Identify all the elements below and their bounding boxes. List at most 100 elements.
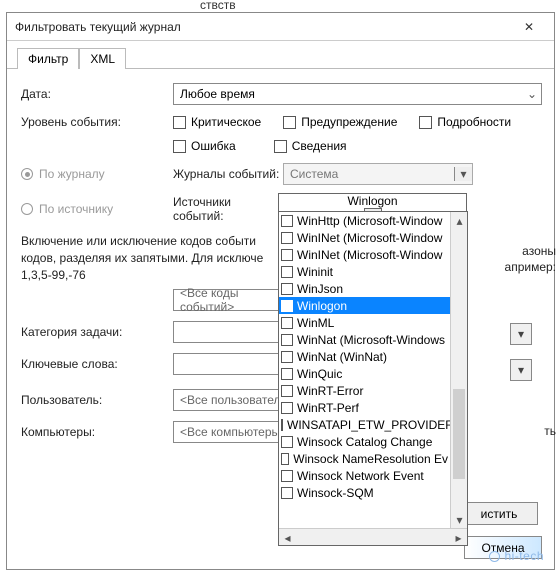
checkbox-icon bbox=[281, 487, 293, 499]
checkbox-icon bbox=[281, 283, 293, 295]
list-item-label: WinNat (Microsoft-Windows bbox=[297, 333, 445, 347]
checkbox-icon bbox=[281, 470, 293, 482]
checkbox-icon bbox=[281, 436, 293, 448]
checkbox-icon bbox=[281, 249, 293, 261]
list-item-label: WinINet (Microsoft-Window bbox=[297, 248, 442, 262]
radio-by-log: По журналу bbox=[21, 167, 173, 181]
chevron-down-icon: ▾ bbox=[454, 167, 472, 181]
list-item-label: Winsock Network Event bbox=[297, 469, 424, 483]
sources-combo-open[interactable]: Winlogon ▾ bbox=[278, 193, 467, 213]
tab-filter[interactable]: Фильтр bbox=[17, 48, 79, 69]
list-item[interactable]: Winsock-SQM bbox=[279, 484, 450, 501]
radio-label: По журналу bbox=[39, 167, 105, 181]
check-verbose[interactable]: Подробности bbox=[419, 115, 511, 129]
list-item-label: Winsock-SQM bbox=[297, 486, 374, 500]
scroll-down-icon[interactable]: ▾ bbox=[451, 511, 468, 528]
checkbox-icon bbox=[281, 317, 293, 329]
list-item[interactable]: WinINet (Microsoft-Window bbox=[279, 229, 450, 246]
radio-label: По источнику bbox=[39, 202, 113, 216]
list-item[interactable]: WinRT-Perf bbox=[279, 399, 450, 416]
chevron-down-icon: ⌄ bbox=[523, 87, 541, 101]
desc-right-frag-2: апример: bbox=[505, 260, 556, 274]
list-item-label: Wininit bbox=[297, 265, 333, 279]
label-sources: Источники событий: bbox=[173, 195, 283, 223]
list-item[interactable]: Winlogon bbox=[279, 297, 450, 314]
checkbox-icon bbox=[281, 232, 293, 244]
list-item[interactable]: WinML bbox=[279, 314, 450, 331]
watermark-text: hi-tech bbox=[504, 549, 544, 563]
radio-icon bbox=[21, 203, 33, 215]
check-label: Критическое bbox=[191, 115, 261, 129]
checkbox-icon bbox=[419, 116, 432, 129]
checkbox-icon bbox=[281, 453, 289, 465]
codes-input[interactable]: <Все коды событий> bbox=[173, 289, 293, 311]
list-item-label: WinNat (WinNat) bbox=[297, 350, 387, 364]
list-item-label: WinRT-Perf bbox=[297, 401, 359, 415]
list-item[interactable]: WinJson bbox=[279, 280, 450, 297]
list-item-label: WinQuic bbox=[297, 367, 342, 381]
checkbox-icon bbox=[283, 116, 296, 129]
list-item[interactable]: WinNat (WinNat) bbox=[279, 348, 450, 365]
task-category-input[interactable] bbox=[173, 321, 283, 343]
list-item-label: Winsock NameResolution Ev bbox=[293, 452, 448, 466]
checkbox-icon bbox=[281, 385, 293, 397]
list-item[interactable]: Wininit bbox=[279, 263, 450, 280]
checkbox-icon bbox=[173, 140, 186, 153]
list-item[interactable]: WinINet (Microsoft-Window bbox=[279, 246, 450, 263]
scroll-thumb[interactable] bbox=[453, 389, 465, 479]
close-button[interactable]: ✕ bbox=[508, 17, 550, 37]
date-combo[interactable]: Любое время ⌄ bbox=[173, 83, 542, 105]
list-item-label: WinRT-Error bbox=[297, 384, 363, 398]
check-label: Ошибка bbox=[191, 139, 236, 153]
checkbox-icon bbox=[274, 140, 287, 153]
list-item[interactable]: Winsock Network Event bbox=[279, 467, 450, 484]
checkbox-icon bbox=[281, 368, 293, 380]
sources-dropdown-list[interactable]: WinHttp (Microsoft-Window WinINet (Micros… bbox=[278, 211, 468, 546]
scroll-up-icon[interactable]: ▴ bbox=[451, 212, 468, 229]
tab-xml[interactable]: XML bbox=[79, 48, 126, 69]
horizontal-scrollbar[interactable]: ◂ ▸ bbox=[279, 528, 467, 545]
list-item[interactable]: WinNat (Microsoft-Windows bbox=[279, 331, 450, 348]
check-warning[interactable]: Предупреждение bbox=[283, 115, 397, 129]
list-item[interactable]: Winsock NameResolution Ev bbox=[279, 450, 450, 467]
keywords-input[interactable] bbox=[173, 353, 283, 375]
list-item-label: Winsock Catalog Change bbox=[297, 435, 432, 449]
journals-combo: Система ▾ bbox=[283, 163, 473, 185]
dialog-title: Фильтровать текущий журнал bbox=[15, 20, 508, 34]
list-item-label: WinINet (Microsoft-Window bbox=[297, 231, 442, 245]
close-icon: ✕ bbox=[524, 20, 534, 34]
check-label: Предупреждение bbox=[301, 115, 397, 129]
watermark-icon bbox=[489, 551, 500, 562]
list-item[interactable]: Winsock Catalog Change bbox=[279, 433, 450, 450]
list-item[interactable]: WinQuic bbox=[279, 365, 450, 382]
check-info[interactable]: Сведения bbox=[274, 139, 347, 153]
chevron-down-icon: ▾ bbox=[518, 327, 524, 341]
list-item[interactable]: WINSATAPI_ETW_PROVIDER bbox=[279, 416, 450, 433]
sources-combo-value: Winlogon bbox=[343, 194, 401, 208]
list-item-label: Winlogon bbox=[297, 299, 347, 313]
keywords-dropdown-button[interactable]: ▾ bbox=[510, 359, 532, 381]
list-item[interactable]: WinHttp (Microsoft-Window bbox=[279, 212, 450, 229]
label-computers: Компьютеры: bbox=[21, 425, 173, 439]
label-journals: Журналы событий: bbox=[173, 167, 283, 181]
check-label: Подробности bbox=[437, 115, 511, 129]
task-category-dropdown-button[interactable]: ▾ bbox=[510, 323, 532, 345]
list-item[interactable]: WinRT-Error bbox=[279, 382, 450, 399]
chevron-down-icon: ▾ bbox=[518, 363, 524, 377]
label-task-category: Категория задачи: bbox=[21, 325, 173, 339]
checkbox-icon bbox=[173, 116, 186, 129]
date-combo-value: Любое время bbox=[174, 87, 523, 101]
scroll-left-icon[interactable]: ◂ bbox=[279, 529, 296, 546]
clear-button[interactable]: истить bbox=[460, 502, 538, 525]
scroll-right-icon[interactable]: ▸ bbox=[450, 529, 467, 546]
list-item-label: WINSATAPI_ETW_PROVIDER bbox=[287, 418, 450, 432]
label-level: Уровень события: bbox=[21, 115, 173, 129]
check-error[interactable]: Ошибка bbox=[173, 139, 236, 153]
vertical-scrollbar[interactable]: ▴ ▾ bbox=[450, 212, 467, 528]
titlebar: Фильтровать текущий журнал ✕ bbox=[7, 13, 554, 41]
label-keywords: Ключевые слова: bbox=[21, 357, 173, 371]
list-item-label: WinJson bbox=[297, 282, 343, 296]
radio-by-source: По источнику bbox=[21, 202, 173, 216]
check-critical[interactable]: Критическое bbox=[173, 115, 261, 129]
tabstrip: Фильтр XML bbox=[7, 41, 554, 69]
